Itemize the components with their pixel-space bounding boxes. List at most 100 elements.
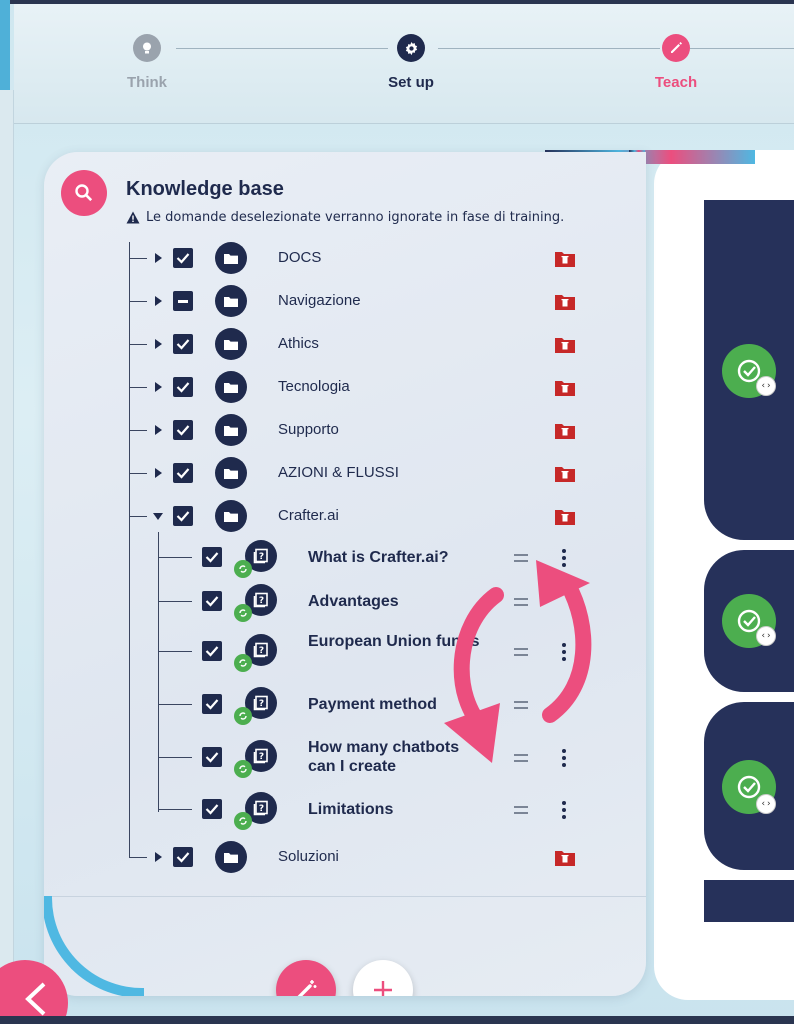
more-menu-icon[interactable]	[562, 549, 566, 567]
flow-node-card[interactable]: ‹›	[704, 200, 794, 540]
sync-icon	[234, 812, 252, 830]
expand-arrow-icon[interactable]	[155, 253, 162, 263]
question-checkbox[interactable]	[202, 747, 222, 767]
folder-label: Crafter.ai	[278, 507, 339, 524]
expand-arrow-icon[interactable]	[155, 468, 162, 478]
lightbulb-icon	[133, 34, 161, 62]
folder-row-navigazione[interactable]: Navigazione	[44, 284, 646, 318]
delete-folder-icon[interactable]	[555, 466, 575, 482]
folder-checkbox[interactable]	[173, 506, 193, 526]
tree-line	[158, 651, 192, 652]
delete-folder-icon[interactable]	[555, 337, 575, 353]
question-label: What is Crafter.ai?	[308, 549, 449, 566]
magic-wand-icon	[297, 980, 317, 996]
question-checkbox[interactable]	[202, 641, 222, 661]
question-row[interactable]: ? What is Crafter.ai?	[44, 538, 646, 578]
flow-node-card[interactable]: ‹›	[704, 702, 794, 870]
window-bottom-border	[0, 1016, 794, 1024]
tree-line	[129, 344, 147, 345]
delete-folder-icon[interactable]	[555, 380, 575, 396]
collapse-arrow-icon[interactable]	[153, 513, 163, 520]
folder-label: Athics	[278, 335, 319, 352]
folder-checkbox[interactable]	[173, 420, 193, 440]
question-checkbox[interactable]	[202, 799, 222, 819]
folder-label: AZIONI & FLUSSI	[278, 464, 399, 481]
drag-handle-icon[interactable]	[514, 754, 528, 762]
folder-label: Soluzioni	[278, 848, 339, 865]
step-label: Teach	[654, 74, 698, 91]
step-label: Set up	[388, 74, 434, 91]
add-button[interactable]	[353, 960, 413, 996]
more-menu-icon[interactable]	[562, 643, 566, 661]
question-row[interactable]: ? Advantages	[44, 582, 646, 622]
svg-text:?: ?	[259, 596, 264, 606]
tree-line	[158, 757, 192, 758]
magic-wand-button[interactable]	[276, 960, 336, 996]
folder-icon	[215, 242, 247, 274]
expand-arrow-icon[interactable]	[155, 852, 162, 862]
svg-text:?: ?	[259, 646, 264, 656]
folder-checkbox[interactable]	[173, 334, 193, 354]
tree-line	[158, 704, 192, 705]
folder-row-azioni-flussi[interactable]: AZIONI & FLUSSI	[44, 456, 646, 490]
folder-icon	[215, 500, 247, 532]
tree-line	[129, 857, 147, 858]
question-row[interactable]: ? European Union funds	[44, 632, 646, 672]
folder-row-soluzioni[interactable]: Soluzioni	[44, 840, 646, 874]
question-checkbox[interactable]	[202, 591, 222, 611]
sync-icon	[234, 707, 252, 725]
delete-folder-icon[interactable]	[555, 294, 575, 310]
pencil-icon	[662, 34, 690, 62]
question-checkbox[interactable]	[202, 547, 222, 567]
drag-handle-icon[interactable]	[514, 806, 528, 814]
more-menu-icon[interactable]	[562, 801, 566, 819]
question-label: Limitations	[308, 801, 394, 818]
question-row[interactable]: ? How many chatbots can I create	[44, 738, 646, 778]
drag-handle-icon[interactable]	[514, 701, 528, 709]
drag-handle-icon[interactable]	[514, 648, 528, 656]
delete-folder-icon[interactable]	[555, 423, 575, 439]
folder-row-docs[interactable]: DOCS	[44, 241, 646, 275]
delete-folder-icon[interactable]	[555, 850, 575, 866]
plus-icon	[374, 981, 392, 996]
drag-handle-icon[interactable]	[514, 554, 528, 562]
step-think[interactable]: Think	[87, 34, 207, 91]
expand-arrow-icon[interactable]	[155, 339, 162, 349]
folder-checkbox[interactable]	[173, 463, 193, 483]
sync-icon	[234, 560, 252, 578]
folder-label: Tecnologia	[278, 378, 350, 395]
folder-checkbox[interactable]	[173, 847, 193, 867]
question-row[interactable]: ? Payment method	[44, 685, 646, 725]
tree-line	[129, 387, 147, 388]
folder-row-athics[interactable]: Athics	[44, 327, 646, 361]
tree-line	[129, 473, 147, 474]
expand-arrow-icon[interactable]	[155, 382, 162, 392]
question-row[interactable]: ? Limitations	[44, 790, 646, 830]
folder-row-tecnologia[interactable]: Tecnologia	[44, 370, 646, 404]
question-label: How many chatbots can I create	[308, 739, 460, 775]
question-checkbox[interactable]	[202, 694, 222, 714]
folder-row-crafter-ai[interactable]: Crafter.ai	[44, 499, 646, 533]
step-teach[interactable]: Teach	[616, 34, 736, 91]
svg-text:?: ?	[259, 752, 264, 762]
expand-arrow-icon[interactable]	[155, 425, 162, 435]
expand-arrow-icon[interactable]	[155, 296, 162, 306]
delete-folder-icon[interactable]	[555, 509, 575, 525]
folder-icon	[215, 414, 247, 446]
folder-icon	[215, 371, 247, 403]
window-left-accent	[0, 0, 10, 90]
folder-icon	[215, 457, 247, 489]
flow-node-card[interactable]: ‹›	[704, 550, 794, 692]
tree-line	[129, 301, 147, 302]
drag-handle-icon[interactable]	[514, 598, 528, 606]
folder-checkbox[interactable]	[173, 377, 193, 397]
folder-icon	[215, 328, 247, 360]
step-setup[interactable]: Set up	[351, 34, 471, 91]
folder-checkbox[interactable]	[173, 248, 193, 268]
more-menu-icon[interactable]	[562, 749, 566, 767]
folder-row-supporto[interactable]: Supporto	[44, 413, 646, 447]
tree-line	[158, 809, 192, 810]
folder-checkbox[interactable]	[173, 291, 193, 311]
delete-folder-icon[interactable]	[555, 251, 575, 267]
flow-node-card[interactable]	[704, 880, 794, 922]
